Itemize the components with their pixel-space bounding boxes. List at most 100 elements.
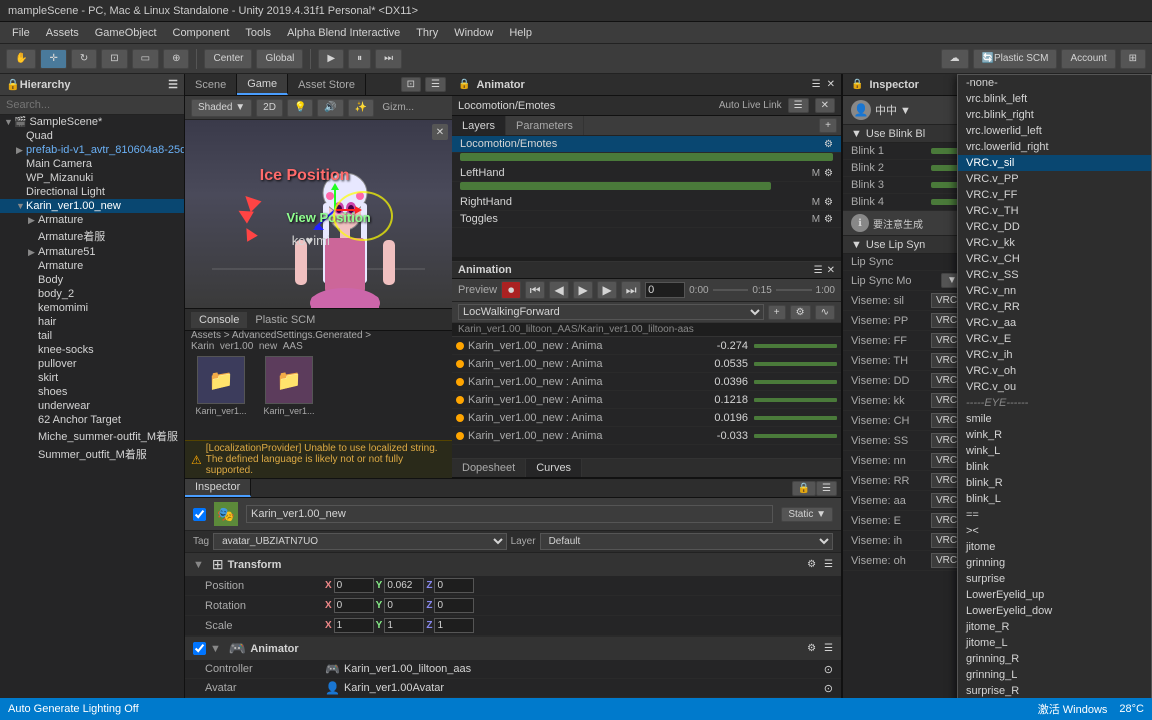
menu-component[interactable]: Component — [165, 25, 238, 41]
dropdown-item-vrc-nn[interactable]: VRC.v_nn — [958, 283, 1151, 299]
anim-layer-lefthand[interactable]: LeftHand M ⚙ — [452, 165, 841, 182]
effects-btn[interactable]: ✨ — [348, 99, 374, 117]
tree-item-kemomimi[interactable]: kemomimi — [0, 301, 184, 315]
lefthand-settings-icon[interactable]: ⚙ — [824, 168, 833, 179]
dropdown-item-blink-left[interactable]: vrc.blink_left — [958, 91, 1151, 107]
anim-layer-toggles[interactable]: Toggles M ⚙ — [452, 211, 841, 228]
anim-prev-key-btn[interactable]: ⏮ — [525, 281, 545, 299]
tree-item-kneesocks[interactable]: knee-socks — [0, 343, 184, 357]
dropdown-item-vrc-ou[interactable]: VRC.v_ou — [958, 379, 1151, 395]
animation-close-icon[interactable]: ✕ — [827, 265, 835, 276]
anim-tab-params[interactable]: Parameters — [506, 116, 584, 135]
animator-comp-menu[interactable]: ☰ — [824, 643, 833, 654]
anim-tab-curves[interactable]: Curves — [526, 459, 582, 477]
insp-bottom-menu-btn[interactable]: ☰ — [816, 481, 837, 496]
anim-layer-locomotion[interactable]: Locomotion/Emotes ⚙ — [452, 136, 841, 153]
tree-item-armature51[interactable]: ▶ Armature51 — [0, 245, 184, 259]
viseme-dropdown-overlay[interactable]: -none- vrc.blink_left vrc.blink_right vr… — [957, 74, 1152, 698]
keyframe-row-3[interactable]: Karin_ver1.00_new : Anima 0.0396 — [452, 373, 841, 391]
menu-file[interactable]: File — [4, 25, 38, 41]
dropdown-item-vrc-ff[interactable]: VRC.v_FF — [958, 187, 1151, 203]
tree-item-wpmizanuki[interactable]: WP_Mizanuki — [0, 171, 184, 185]
animator-menu-icon[interactable]: ☰ — [812, 79, 821, 90]
animator-comp-settings[interactable]: ⚙ — [807, 643, 816, 654]
dropdown-item-grinning-r[interactable]: grinning_R — [958, 651, 1151, 667]
dropdown-item-vrc-dd[interactable]: VRC.v_DD — [958, 219, 1151, 235]
dropdown-item-grinning[interactable]: grinning — [958, 555, 1151, 571]
tab-inspector-bottom[interactable]: Inspector — [185, 479, 251, 497]
avatar-pick-btn[interactable]: ⊙ — [824, 682, 833, 695]
anim-record-btn[interactable]: ⏺ — [501, 281, 521, 299]
tree-item-body2[interactable]: body_2 — [0, 287, 184, 301]
dropdown-item-jitome-r[interactable]: jitome_R — [958, 619, 1151, 635]
tree-item-tail[interactable]: tail — [0, 329, 184, 343]
clip-curve-btn[interactable]: ∿ — [815, 305, 835, 320]
dropdown-item-vrc-pp[interactable]: VRC.v_PP — [958, 171, 1151, 187]
2d-button[interactable]: 2D — [256, 99, 283, 117]
static-dropdown-btn[interactable]: Static ▼ — [781, 507, 833, 522]
pos-z-input[interactable] — [434, 578, 474, 593]
transform-settings-icon[interactable]: ⚙ — [807, 559, 816, 570]
dropdown-item-wink-l[interactable]: wink_L — [958, 443, 1151, 459]
controller-pick-btn[interactable]: ⊙ — [824, 663, 833, 676]
clip-add-btn[interactable]: + — [768, 305, 786, 320]
tree-item-samplescene[interactable]: ▼ 🎬 SampleScene* — [0, 115, 184, 129]
hierarchy-menu-icon[interactable]: ☰ — [168, 78, 178, 91]
dropdown-item-vrc-kk[interactable]: VRC.v_kk — [958, 235, 1151, 251]
scm-button[interactable]: 🔄 Plastic SCM — [973, 49, 1058, 69]
dropdown-item-jitome-l[interactable]: jitome_L — [958, 635, 1151, 651]
scale-x-input[interactable] — [334, 618, 374, 633]
insp-bottom-lock-btn[interactable]: 🔒 — [792, 481, 816, 496]
tree-item-prefab[interactable]: ▶ prefab-id-v1_avtr_810604a8-25d1-... — [0, 143, 184, 157]
dropdown-item-vrc-e[interactable]: VRC.v_E — [958, 331, 1151, 347]
tree-item-dirlight[interactable]: Directional Light — [0, 185, 184, 199]
console-tab-item2[interactable]: Plastic SCM — [247, 312, 323, 328]
transform-comp-header[interactable]: ▼ ⊞ Transform ⚙ ☰ — [185, 553, 841, 576]
dropdown-item-vrc-ih[interactable]: VRC.v_ih — [958, 347, 1151, 363]
layers-button[interactable]: ⊞ — [1120, 49, 1146, 69]
play-button[interactable]: ▶ — [318, 49, 344, 69]
tree-item-karin[interactable]: ▼ Karin_ver1.00_new — [0, 199, 184, 213]
tool-move[interactable]: ✛ — [40, 49, 66, 69]
dropdown-item-vrc-th[interactable]: VRC.v_TH — [958, 203, 1151, 219]
dropdown-item-blink-right[interactable]: vrc.blink_right — [958, 107, 1151, 123]
anim-layer-righthand[interactable]: RightHand M ⚙ — [452, 194, 841, 211]
keyframe-row-6[interactable]: Karin_ver1.00_new : Anima -0.033 — [452, 427, 841, 445]
dropdown-item-smile[interactable]: smile — [958, 411, 1151, 427]
tree-item-underwear[interactable]: underwear — [0, 399, 184, 413]
menu-help[interactable]: Help — [501, 25, 540, 41]
tool-rect[interactable]: ▭ — [132, 49, 159, 69]
dropdown-item-eye-sep[interactable]: -----EYE------ — [958, 395, 1151, 411]
dropdown-item-grinning-l[interactable]: grinning_L — [958, 667, 1151, 683]
dropdown-item-vrc-rr[interactable]: VRC.v_RR — [958, 299, 1151, 315]
menu-tools[interactable]: Tools — [237, 25, 279, 41]
menu-gameobject[interactable]: GameObject — [87, 25, 165, 41]
scene-close-btn[interactable]: ✕ — [432, 124, 448, 140]
cloud-button[interactable]: ☁ — [941, 49, 969, 69]
locomotion-settings-icon[interactable]: ⚙ — [824, 139, 833, 150]
scene-maximize-btn[interactable]: ⊡ — [401, 77, 421, 92]
auto-live-link[interactable]: Auto Live Link — [719, 100, 782, 111]
animator-comp-header[interactable]: ▼ 🎮 Animator ⚙ ☰ — [185, 637, 841, 660]
keyframe-row-5[interactable]: Karin_ver1.00_new : Anima 0.0196 — [452, 409, 841, 427]
dropdown-item-surprise[interactable]: surprise — [958, 571, 1151, 587]
tab-game[interactable]: Game — [237, 74, 288, 95]
anim-time-input[interactable] — [645, 282, 685, 298]
locomotion-menu-btn[interactable]: ☰ — [788, 98, 809, 113]
dropdown-item-lowereyelid-dow[interactable]: LowerEyelid_dow — [958, 603, 1151, 619]
pivot-center[interactable]: Center — [204, 49, 252, 69]
tree-item-pullover[interactable]: pullover — [0, 357, 184, 371]
menu-window[interactable]: Window — [446, 25, 501, 41]
scene-viewport[interactable]: Ice Position View Position ko♥imi ◀ ◀ ◀ … — [185, 120, 452, 308]
dropdown-item-surprise-r[interactable]: surprise_R — [958, 683, 1151, 698]
asset-item-1[interactable]: 📁 Karin_ver1... — [191, 356, 251, 416]
dropdown-item-lowerlid-left[interactable]: vrc.lowerlid_left — [958, 123, 1151, 139]
gameobject-active-checkbox[interactable] — [193, 508, 206, 521]
tab-assetstore[interactable]: Asset Store — [288, 74, 366, 95]
tree-item-maincamera[interactable]: Main Camera — [0, 157, 184, 171]
layer-selector[interactable]: Default — [540, 533, 833, 550]
lights-btn[interactable]: 💡 — [287, 99, 313, 117]
keyframe-row-4[interactable]: Karin_ver1.00_new : Anima 0.1218 — [452, 391, 841, 409]
tag-selector[interactable]: avatar_UBZIATN7UO — [213, 533, 506, 550]
asset-item-2[interactable]: 📁 Karin_ver1... — [259, 356, 319, 416]
